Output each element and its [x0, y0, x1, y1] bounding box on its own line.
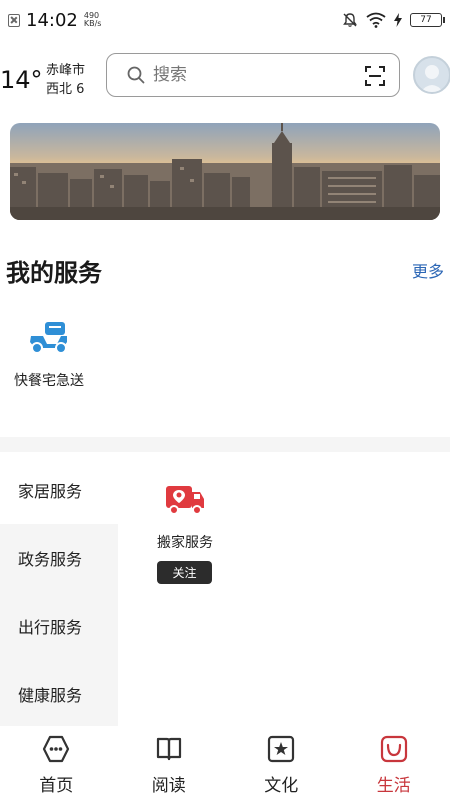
- moving-truck-icon: [166, 486, 204, 515]
- scan-icon[interactable]: [365, 66, 385, 86]
- nav-read[interactable]: 阅读: [113, 726, 226, 800]
- charging-icon: [394, 13, 402, 27]
- star-frame-icon: [268, 735, 295, 763]
- search-icon: [127, 66, 145, 84]
- service-express-delivery[interactable]: 快餐宅急送: [6, 318, 92, 390]
- notification-close-icon: [8, 13, 20, 27]
- book-icon: [156, 737, 181, 761]
- weather-wind: 西北 6: [46, 82, 85, 97]
- user-avatar-icon: [420, 65, 444, 92]
- category-health[interactable]: 健康服务: [0, 660, 118, 728]
- service-moving[interactable]: 搬家服务: [150, 482, 220, 552]
- follow-button[interactable]: 关注: [157, 561, 212, 584]
- search-bar[interactable]: [106, 53, 400, 97]
- category-menu: 家居服务 政务服务 出行服务 健康服务: [0, 456, 118, 728]
- top-header: 14° 赤峰市 西北 6: [0, 48, 450, 106]
- section-divider: [0, 437, 450, 452]
- city-banner[interactable]: [10, 123, 440, 220]
- weather-temperature: 14°: [0, 66, 43, 94]
- service-label: 快餐宅急送: [14, 373, 84, 389]
- nav-life[interactable]: 生活: [338, 726, 450, 800]
- category-government[interactable]: 政务服务: [0, 524, 118, 592]
- bottom-nav: 首页 阅读 文化 生活: [0, 726, 450, 800]
- category-home[interactable]: 家居服务: [0, 456, 118, 524]
- scooter-icon: [30, 322, 67, 354]
- mute-bell-icon: [343, 13, 357, 27]
- avatar[interactable]: [413, 56, 450, 94]
- weather-city[interactable]: 赤峰市: [46, 59, 85, 78]
- more-link[interactable]: 更多: [412, 258, 444, 282]
- nav-label: 阅读: [151, 776, 186, 796]
- nav-home[interactable]: 首页: [0, 726, 113, 800]
- nav-label: 首页: [39, 776, 74, 796]
- category-travel[interactable]: 出行服务: [0, 592, 118, 660]
- nav-culture[interactable]: 文化: [225, 726, 338, 800]
- status-bar: 14:02 490 KB/s 77: [0, 0, 450, 40]
- home-icon: [43, 735, 70, 763]
- search-input[interactable]: [153, 65, 333, 85]
- status-time: 14:02: [26, 9, 78, 31]
- service-label: 搬家服务: [157, 535, 213, 551]
- network-speed: 490 KB/s: [83, 11, 102, 28]
- nav-label: 生活: [376, 776, 411, 796]
- battery-icon: 77: [410, 13, 445, 27]
- my-services-title: 我的服务: [6, 259, 102, 287]
- city-skyline-image: [10, 123, 440, 220]
- wifi-icon: [366, 12, 386, 28]
- nav-label: 文化: [264, 776, 299, 796]
- smile-icon: [380, 735, 407, 763]
